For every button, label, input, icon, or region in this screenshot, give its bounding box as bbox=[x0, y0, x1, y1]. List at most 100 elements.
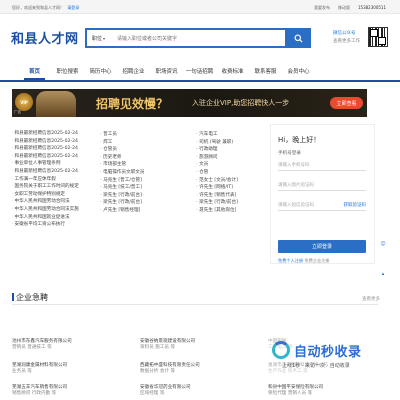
job-link[interactable]: 梁先生 [行政/前台] bbox=[100, 199, 144, 207]
company-card[interactable]: 安徽谷纳景观建设有限公司 资料员 施工员 等 bbox=[140, 338, 195, 350]
list-item[interactable]: · 和县最新招聘信息2025-02-24 bbox=[12, 145, 102, 153]
banner-subline: 入驻企业VIP,助您招聘快人一步 bbox=[192, 99, 290, 107]
job-link[interactable]: 文员 bbox=[196, 161, 238, 169]
list-item[interactable]: · 事业单位人事管理条例 bbox=[12, 160, 102, 168]
banner-headline: 招聘见效慢？ bbox=[96, 97, 169, 111]
job-link[interactable]: 聂先生 [其他岗位] bbox=[196, 207, 238, 215]
job-link[interactable]: 历史老师 bbox=[100, 154, 144, 162]
register-links: 免费个人注册 免费企业注册 bbox=[278, 258, 330, 264]
job-link[interactable]: 卢先生 [销售经理] bbox=[100, 207, 144, 215]
list-item[interactable]: · 工作满一年应休年假 bbox=[12, 176, 102, 184]
nav-pricing[interactable]: 收费标准 bbox=[216, 67, 249, 75]
watermark-overlay: 自动秒收录 上线1秒 · 来访一次 · 自动收录 bbox=[268, 335, 386, 375]
news-list: · 和县最新招聘信息2025-02-24 · 和县最新招聘信息2025-02-24 … bbox=[12, 130, 102, 229]
section-title: 企业急聘 bbox=[12, 292, 48, 303]
top-bar: 您好，欢迎来到和县人才网！ 请登录 我要发布 移动版 15382300511 bbox=[0, 0, 400, 14]
wechat-promo: 微信公众号 查看更多工作 bbox=[333, 30, 360, 46]
company-card[interactable]: 芜湖五羊汽车销售有限公司 销售顾问 行政内勤 等 bbox=[12, 384, 67, 396]
company-card[interactable]: 芜湖润康金属材料有限公司 业务员 等 bbox=[12, 362, 67, 374]
job-link[interactable]: 马兆生 [普工/仓管] bbox=[100, 177, 144, 185]
captcha-field[interactable]: 请输入图片验证码 bbox=[278, 178, 366, 191]
job-link[interactable]: 仓管 bbox=[196, 169, 238, 177]
watermark-brand: 自动秒收录 bbox=[294, 345, 362, 360]
ad-label: 广告 bbox=[14, 110, 21, 114]
login-submit-button[interactable]: 立即登录 bbox=[278, 240, 366, 253]
list-item[interactable]: · 和县最新招聘信息2025-02-24 bbox=[12, 168, 102, 176]
job-link[interactable]: 司机 (驾驶 兼职) bbox=[196, 139, 238, 147]
login-method-label: 手机号登录 bbox=[278, 151, 301, 156]
job-link[interactable]: 梁先生 [行政/前台] bbox=[100, 192, 144, 200]
welcome-area: 您好，欢迎来到和县人才网！ 请登录 bbox=[12, 5, 79, 11]
list-item[interactable]: · 中华人民共和国就业促进法 bbox=[12, 214, 102, 222]
nav-home[interactable]: 首页 bbox=[18, 67, 51, 80]
company-card[interactable]: 和县中国平安保险有限公司 保险代理 营销人员 等 bbox=[268, 384, 323, 396]
search-box: 职位 bbox=[85, 28, 311, 48]
sms-code-field[interactable]: 请输入短信验证码 获取验证码 bbox=[278, 198, 366, 211]
hotline-phone: 15382300511 bbox=[358, 5, 386, 10]
nav-quick-hire[interactable]: 一句话招聘 bbox=[183, 67, 216, 75]
company-card[interactable]: 安徽省华冠药业有限公司 区域经理 等 bbox=[140, 384, 191, 396]
back-to-top-icon[interactable]: ▴ bbox=[379, 270, 387, 278]
qr-code-icon bbox=[368, 27, 388, 47]
nav-news[interactable]: 职场资讯 bbox=[150, 67, 183, 75]
list-item[interactable]: · 安徽省平均工资公布执行 bbox=[12, 221, 102, 229]
company-card[interactable]: 西藏拓中盛科技有限责任公司 数据分析 会计 等 bbox=[140, 362, 200, 374]
job-link[interactable]: 马兆生 [技工/普工] bbox=[100, 184, 144, 192]
job-list-1: 普工员 焊工 仓管员 历史老师 市场部主管 电脑操作员文职文员 马兆生 [普工/… bbox=[100, 131, 144, 215]
nav-resume-center[interactable]: 简历中心 bbox=[84, 67, 117, 75]
register-company-link[interactable]: 免费企业注册 bbox=[304, 258, 329, 263]
search-button[interactable] bbox=[285, 28, 311, 48]
job-link[interactable]: 汽车电工 bbox=[196, 131, 238, 139]
list-item[interactable]: · 女职工劳动保护特别规定 bbox=[12, 191, 102, 199]
job-link[interactable]: 仓管员 bbox=[100, 146, 144, 154]
list-item[interactable]: · 国务院关于职工工作时间的规定 bbox=[12, 183, 102, 191]
site-logo[interactable]: 和县人才网 bbox=[11, 28, 79, 47]
banner-figure-image bbox=[36, 91, 76, 117]
search-type-select[interactable]: 职位 bbox=[92, 35, 105, 42]
vip-banner[interactable]: VIP 广告 招聘见效慢？ 入驻企业VIP,助您招聘快人一步 立即查看 bbox=[12, 89, 367, 117]
job-link[interactable]: 行政助理 bbox=[196, 146, 238, 154]
top-login-link[interactable]: 请登录 bbox=[67, 5, 79, 10]
banner-cta-button[interactable]: 立即查看 bbox=[330, 97, 363, 109]
vip-badge-icon: VIP bbox=[15, 93, 33, 111]
section-accent-bar bbox=[12, 293, 14, 301]
job-link[interactable]: 电脑操作员文职文员 bbox=[100, 169, 144, 177]
list-item[interactable]: · 中华人民共和国劳动合同法实施 bbox=[12, 206, 102, 214]
job-link[interactable]: 旅游顾问 bbox=[196, 154, 238, 162]
get-code-button[interactable]: 获取验证码 bbox=[344, 202, 367, 208]
list-item[interactable]: · 和县最新招聘信息2025-02-24 bbox=[12, 130, 102, 138]
register-person-link[interactable]: 免费个人注册 bbox=[278, 258, 303, 263]
welcome-text: 您好，欢迎来到和县人才网！ bbox=[12, 5, 64, 10]
list-item[interactable]: · 和县最新招聘信息2025-02-24 bbox=[12, 153, 102, 161]
nav-support[interactable]: 联系客服 bbox=[249, 67, 282, 75]
mobile-link[interactable]: 移动版 bbox=[338, 5, 350, 11]
publish-link[interactable]: 我要发布 bbox=[314, 5, 330, 11]
list-item[interactable]: · 和县最新招聘信息2025-02-24 bbox=[12, 138, 102, 146]
job-link[interactable]: 许先生 [销售代表] bbox=[196, 192, 238, 200]
wechat-subtitle: 查看更多工作 bbox=[333, 39, 360, 44]
top-links: 我要发布 移动版 15382300511 bbox=[314, 5, 386, 11]
sms-code-placeholder: 请输入短信验证码 bbox=[278, 203, 314, 208]
phone-field[interactable]: 请输入手机号码 bbox=[278, 158, 366, 171]
job-link[interactable]: 梁先生 [行政/前台] bbox=[196, 199, 238, 207]
section-divider bbox=[12, 304, 378, 305]
view-more-link[interactable]: 查看更多 bbox=[362, 296, 380, 302]
main-nav: 首页 职位搜索 简历中心 招聘企业 职场资讯 一句话招聘 收费标准 联系客服 会… bbox=[0, 60, 400, 82]
job-list-2: 汽车电工 司机 (驾驶 兼职) 行政助理 旅游顾问 文员 仓管 范女士 [文员/… bbox=[196, 131, 238, 215]
nav-companies[interactable]: 招聘企业 bbox=[117, 67, 150, 75]
watermark-logo-icon bbox=[272, 341, 290, 359]
people-icon[interactable]: ☺ bbox=[379, 240, 387, 248]
company-card[interactable]: 池州市东鑫汽车服务有限公司 营销员 普通技工 等 bbox=[12, 338, 72, 350]
nav-member-center[interactable]: 会员中心 bbox=[282, 67, 315, 75]
wechat-title: 微信公众号 bbox=[333, 31, 356, 36]
job-link[interactable]: 普工员 bbox=[100, 131, 144, 139]
job-link[interactable]: 许先生 [网络/IT] bbox=[196, 184, 238, 192]
job-link[interactable]: 范女士 [文员/会计] bbox=[196, 177, 238, 185]
search-icon bbox=[293, 33, 303, 43]
job-link[interactable]: 焊工 bbox=[100, 139, 144, 147]
list-item[interactable]: · 中华人民共和国劳动合同法 bbox=[12, 198, 102, 206]
nav-job-search[interactable]: 职位搜索 bbox=[51, 67, 84, 75]
login-greeting: Hi，晚上好！ bbox=[278, 136, 321, 144]
search-input[interactable] bbox=[117, 33, 267, 44]
job-link[interactable]: 市场部主管 bbox=[100, 161, 144, 169]
